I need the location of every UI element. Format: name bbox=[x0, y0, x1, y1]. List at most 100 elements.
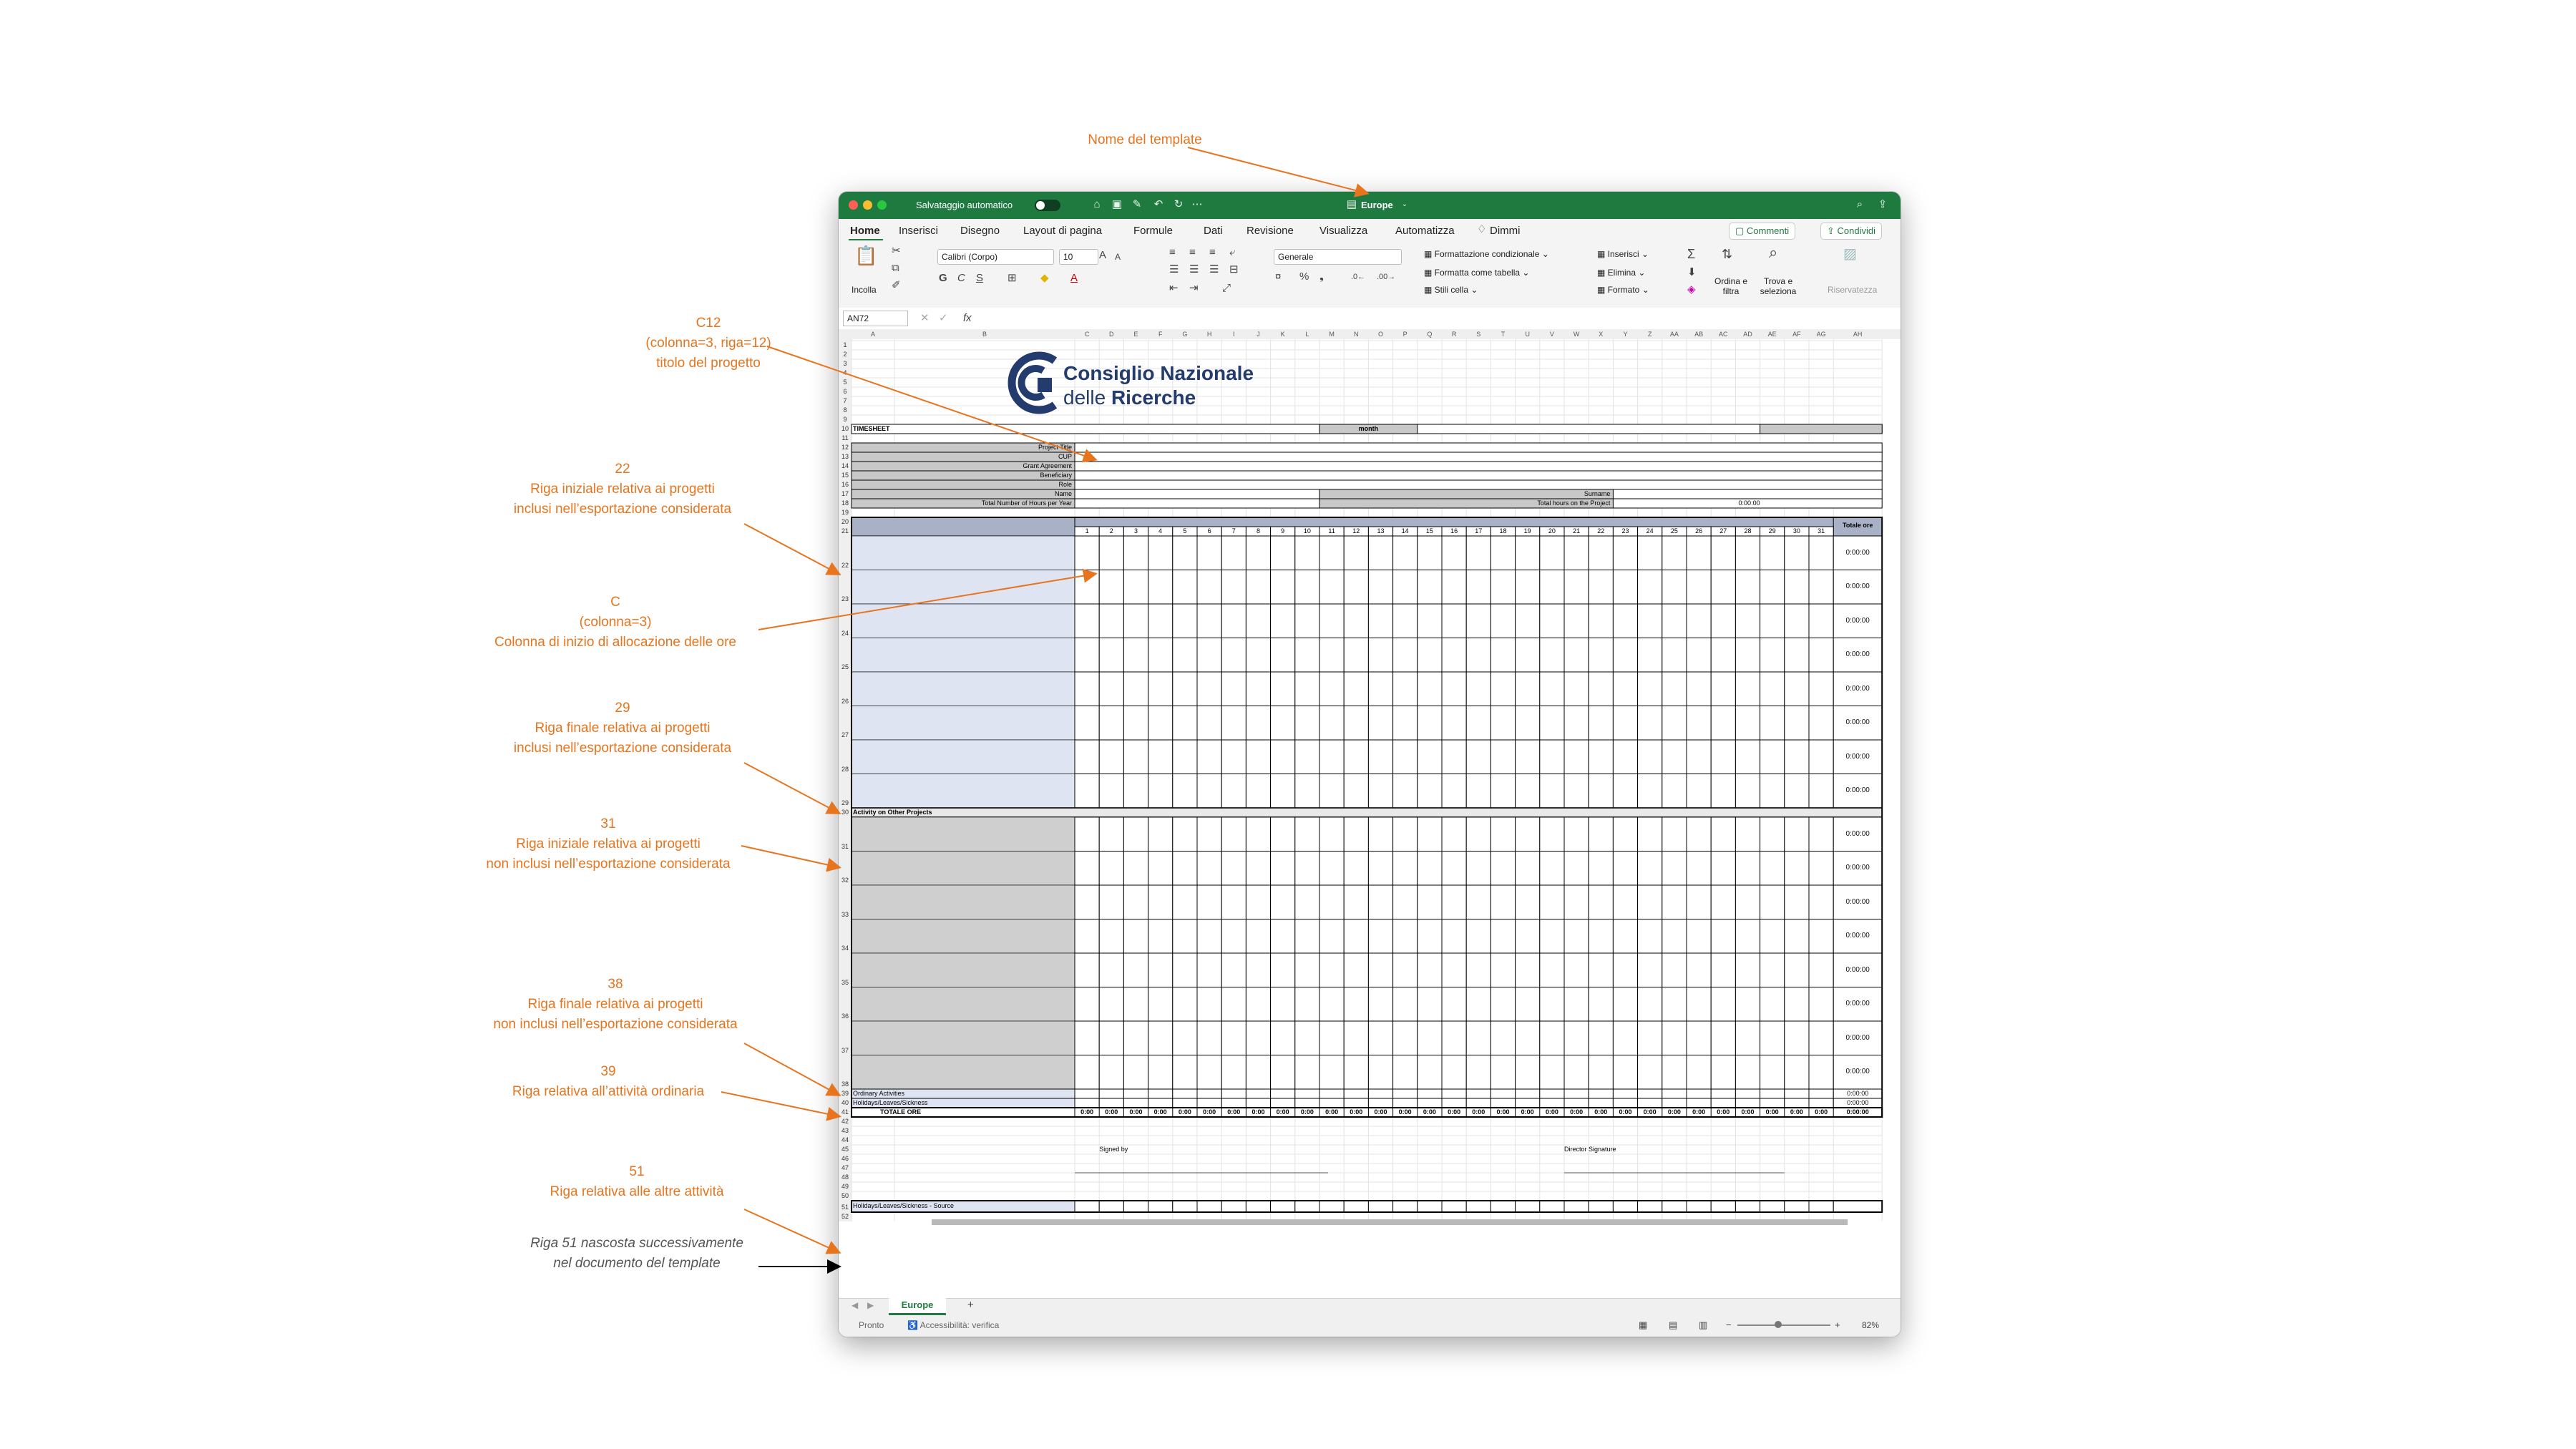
orientation-icon[interactable]: ⤢ bbox=[1222, 282, 1231, 295]
row-header[interactable]: 5 bbox=[839, 379, 852, 387]
column-header[interactable]: G bbox=[1173, 329, 1197, 339]
sort-filter-icon[interactable]: ⇅ bbox=[1722, 248, 1732, 260]
row-header[interactable]: 11 bbox=[839, 434, 852, 443]
zoom-slider[interactable] bbox=[1737, 1324, 1830, 1326]
maximize-window-button[interactable] bbox=[877, 200, 887, 210]
row-header[interactable]: 52 bbox=[839, 1213, 852, 1221]
privacy-icon[interactable]: ▨ bbox=[1843, 247, 1857, 261]
chevron-down-icon[interactable]: ⌄ bbox=[1398, 198, 1411, 211]
column-header[interactable]: I bbox=[1221, 329, 1246, 339]
column-header[interactable]: J bbox=[1246, 329, 1270, 339]
column-header[interactable]: R bbox=[1442, 329, 1466, 339]
sort-filter-label[interactable]: Ordina e filtra bbox=[1713, 276, 1749, 296]
column-header[interactable]: AF bbox=[1785, 329, 1809, 339]
currency-icon[interactable]: ¤ bbox=[1275, 270, 1281, 283]
clear-icon[interactable]: ◈ bbox=[1687, 283, 1696, 296]
column-header[interactable]: AE bbox=[1760, 329, 1785, 339]
column-header[interactable]: Y bbox=[1613, 329, 1637, 339]
row-header[interactable]: 36 bbox=[839, 1013, 852, 1021]
column-header[interactable]: A bbox=[852, 329, 894, 339]
indent-increase-icon[interactable]: ⇥ bbox=[1189, 282, 1199, 295]
column-header[interactable]: W bbox=[1564, 329, 1589, 339]
column-header[interactable]: K bbox=[1271, 329, 1295, 339]
cancel-icon[interactable]: ✕ bbox=[920, 312, 930, 325]
row-header[interactable]: 35 bbox=[839, 979, 852, 987]
row-header[interactable]: 45 bbox=[839, 1146, 852, 1154]
autosave-toggle[interactable] bbox=[1035, 200, 1060, 211]
row-header[interactable]: 39 bbox=[839, 1090, 852, 1098]
formula-input[interactable] bbox=[982, 311, 1890, 325]
row-header[interactable]: 21 bbox=[839, 527, 852, 536]
row-header[interactable]: 30 bbox=[839, 809, 852, 817]
row-header[interactable]: 16 bbox=[839, 481, 852, 489]
search-icon[interactable]: ⌕ bbox=[1853, 198, 1866, 211]
row-header[interactable]: 42 bbox=[839, 1118, 852, 1126]
normal-view-icon[interactable]: ▦ bbox=[1639, 1319, 1647, 1332]
column-header[interactable]: L bbox=[1295, 329, 1319, 339]
row-header[interactable]: 22 bbox=[839, 562, 852, 570]
row-header[interactable]: 23 bbox=[839, 595, 852, 604]
fill-icon[interactable]: ⬇ bbox=[1687, 266, 1697, 279]
row-header[interactable]: 44 bbox=[839, 1136, 852, 1145]
row-header[interactable]: 26 bbox=[839, 698, 852, 706]
increase-decimal-icon[interactable]: .0← bbox=[1351, 270, 1365, 283]
column-header[interactable]: Z bbox=[1638, 329, 1662, 339]
spreadsheet-grid[interactable]: A B C D E F G H I J K L M N O P Q R S T U V W X Y Z AA AB AC AD AE AF AG… bbox=[839, 329, 1901, 1298]
more-icon[interactable]: ⋯ bbox=[1191, 198, 1204, 211]
format-cells-button[interactable]: ▦ Formato ⌄ bbox=[1597, 285, 1649, 295]
cut-icon[interactable]: ✂ bbox=[892, 245, 901, 258]
row-header[interactable]: 19 bbox=[839, 509, 852, 517]
column-header[interactable]: AH bbox=[1833, 329, 1882, 339]
document-title[interactable]: Europe bbox=[1361, 200, 1393, 210]
column-header[interactable]: C bbox=[1075, 329, 1099, 339]
column-header[interactable]: AC bbox=[1711, 329, 1735, 339]
row-header[interactable]: 9 bbox=[839, 416, 852, 424]
tab-visualizza[interactable]: Visualizza bbox=[1319, 225, 1367, 237]
row-header[interactable]: 27 bbox=[839, 731, 852, 740]
number-format-select[interactable]: Generale bbox=[1274, 249, 1402, 265]
row-header[interactable]: 18 bbox=[839, 499, 852, 508]
italic-icon[interactable]: C bbox=[957, 272, 965, 285]
borders-icon[interactable]: ⊞ bbox=[1008, 272, 1017, 285]
tab-disegno[interactable]: Disegno bbox=[960, 225, 1000, 237]
grow-font-icon[interactable]: A bbox=[1099, 249, 1106, 262]
zoom-in-icon[interactable]: + bbox=[1835, 1319, 1840, 1332]
close-window-button[interactable] bbox=[849, 200, 858, 210]
tab-dati[interactable]: Dati bbox=[1204, 225, 1223, 237]
row-header[interactable]: 15 bbox=[839, 472, 852, 480]
row-header[interactable]: 6 bbox=[839, 388, 852, 396]
column-header[interactable]: H bbox=[1197, 329, 1221, 339]
column-header[interactable]: M bbox=[1319, 329, 1344, 339]
save-icon[interactable]: ▣ bbox=[1111, 198, 1123, 211]
tab-revisione[interactable]: Revisione bbox=[1246, 225, 1294, 237]
indent-decrease-icon[interactable]: ⇤ bbox=[1169, 282, 1179, 295]
column-header[interactable]: T bbox=[1491, 329, 1515, 339]
paste-icon[interactable]: 📋 bbox=[854, 246, 877, 265]
row-header[interactable]: 37 bbox=[839, 1047, 852, 1055]
row-header[interactable]: 34 bbox=[839, 945, 852, 953]
tab-layout[interactable]: Layout di pagina bbox=[1023, 225, 1102, 237]
minimize-window-button[interactable] bbox=[863, 200, 872, 210]
column-header[interactable]: AD bbox=[1735, 329, 1760, 339]
next-sheet-icon[interactable]: ▶ bbox=[867, 1299, 874, 1312]
column-header[interactable]: AG bbox=[1809, 329, 1833, 339]
column-header[interactable]: P bbox=[1393, 329, 1418, 339]
column-header[interactable]: D bbox=[1099, 329, 1123, 339]
row-header[interactable]: 10 bbox=[839, 425, 852, 434]
column-header[interactable]: Q bbox=[1418, 329, 1442, 339]
column-header[interactable]: S bbox=[1466, 329, 1491, 339]
shrink-font-icon[interactable]: A bbox=[1115, 250, 1121, 263]
tab-dimmi[interactable]: Dimmi bbox=[1490, 225, 1521, 237]
autosum-icon[interactable]: Σ bbox=[1687, 248, 1695, 260]
home-icon[interactable]: ⌂ bbox=[1091, 198, 1103, 211]
prev-sheet-icon[interactable]: ◀ bbox=[852, 1299, 858, 1312]
row-header[interactable]: 13 bbox=[839, 453, 852, 462]
row-header[interactable]: 3 bbox=[839, 360, 852, 369]
accessibility-status[interactable]: ♿ Accessibilità: verifica bbox=[907, 1320, 999, 1330]
merge-icon[interactable]: ⊟ bbox=[1229, 263, 1239, 276]
row-header[interactable]: 1 bbox=[839, 341, 852, 350]
tab-home[interactable]: Home bbox=[850, 225, 880, 237]
fx-icon[interactable]: fx bbox=[963, 312, 972, 325]
column-header[interactable]: N bbox=[1344, 329, 1368, 339]
font-color-icon[interactable]: A bbox=[1070, 272, 1078, 285]
